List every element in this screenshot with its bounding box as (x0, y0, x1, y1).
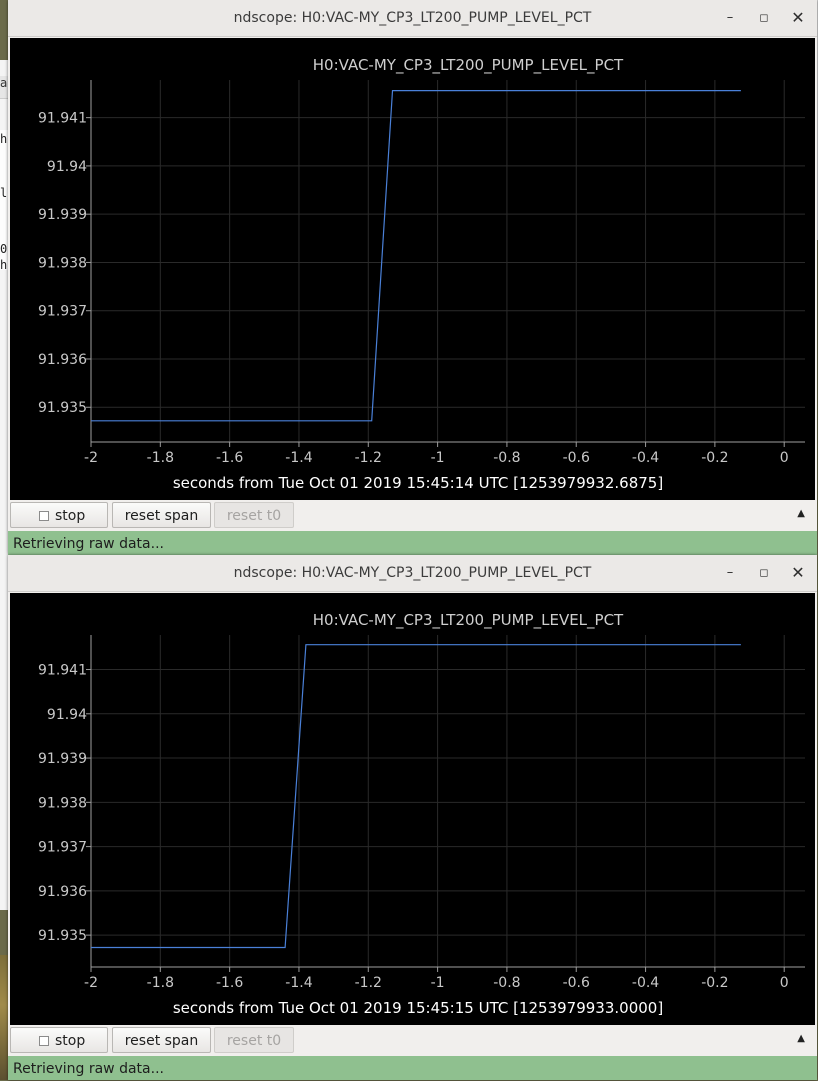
x-tick-label: -0.2 (701, 975, 728, 991)
x-tick-label: -2 (84, 450, 98, 466)
x-tick-label: -1.6 (216, 975, 243, 991)
toolbar: stop reset span reset t0 ▲ (8, 500, 817, 531)
line-chart[interactable]: H0:VAC-MY_CP3_LT200_PUMP_LEVEL_PCT -2 -1.8… (10, 38, 815, 500)
ndscope-window-2: ndscope: H0:VAC-MY_CP3_LT200_PUMP_LEVEL_… (8, 555, 817, 1080)
terminal-text: 0 (0, 242, 8, 256)
minimize-icon[interactable]: – (721, 564, 739, 582)
y-tick-label: 91.937 (38, 840, 87, 856)
y-tick-label: 91.939 (38, 207, 87, 223)
y-tick-label: 91.938 (38, 255, 87, 271)
y-tick-label: 91.941 (38, 111, 87, 127)
x-tick-label: -0.4 (632, 450, 659, 466)
terminal-text: h (0, 258, 8, 270)
plot-area[interactable]: H0:VAC-MY_CP3_LT200_PUMP_LEVEL_PCT -2 -1.8… (10, 593, 815, 1025)
x-tick-label: -2 (84, 975, 98, 991)
y-tick-label: 91.94 (47, 159, 87, 175)
line-chart[interactable]: H0:VAC-MY_CP3_LT200_PUMP_LEVEL_PCT -2 -1.8… (10, 593, 815, 1025)
x-tick-label: -0.2 (701, 450, 728, 466)
x-tick-label: -1.4 (285, 450, 312, 466)
toolbar: stop reset span reset t0 ▲ (8, 1025, 817, 1056)
terminal-text: l (0, 186, 8, 200)
y-tick-label: 91.941 (38, 663, 87, 679)
x-tick-label: -1.6 (216, 450, 243, 466)
series-line (91, 89, 741, 422)
x-axis-label: seconds from Tue Oct 01 2019 15:45:15 UT… (173, 999, 663, 1017)
x-tick-label: 0 (780, 450, 789, 466)
stop-label: stop (55, 1033, 86, 1049)
x-tick-label: -0.6 (563, 975, 590, 991)
titlebar[interactable]: ndscope: H0:VAC-MY_CP3_LT200_PUMP_LEVEL_… (8, 0, 817, 37)
x-tick-label: -1 (431, 450, 445, 466)
stop-button[interactable]: stop (10, 502, 108, 528)
x-tick-label: -1.8 (147, 975, 174, 991)
x-tick-label: 0 (780, 975, 789, 991)
collapse-arrow-icon[interactable]: ▲ (797, 508, 805, 519)
stop-checkbox[interactable] (39, 511, 49, 521)
collapse-arrow-icon[interactable]: ▲ (797, 1033, 805, 1044)
reset-t0-button[interactable]: reset t0 (214, 502, 294, 528)
terminal-text: h (0, 132, 8, 146)
x-tick-label: -0.6 (563, 450, 590, 466)
y-tick-label: 91.936 (38, 884, 87, 900)
maximize-icon[interactable]: ◻ (755, 9, 773, 27)
y-tick-label: 91.936 (38, 352, 87, 368)
chart-title: H0:VAC-MY_CP3_LT200_PUMP_LEVEL_PCT (313, 611, 624, 630)
x-tick-label: -1 (431, 975, 445, 991)
status-text: Retrieving raw data... (13, 536, 164, 552)
y-tick-label: 91.935 (38, 400, 87, 416)
x-axis-label: seconds from Tue Oct 01 2019 15:45:14 UT… (173, 474, 663, 492)
series-line (91, 644, 741, 949)
y-tick-label: 91.938 (38, 795, 87, 811)
window-title: ndscope: H0:VAC-MY_CP3_LT200_PUMP_LEVEL_… (233, 565, 592, 581)
close-icon[interactable]: ✕ (789, 564, 807, 582)
x-tick-label: -1.8 (147, 450, 174, 466)
reset-t0-button[interactable]: reset t0 (214, 1027, 294, 1053)
y-tick-label: 91.939 (38, 751, 87, 767)
x-tick-label: -0.8 (493, 450, 520, 466)
y-tick-label: 91.935 (38, 928, 87, 944)
stop-label: stop (55, 508, 86, 524)
ndscope-window-1: ndscope: H0:VAC-MY_CP3_LT200_PUMP_LEVEL_… (8, 0, 817, 555)
desktop-wallpaper (0, 955, 8, 1080)
status-bar: Retrieving raw data... (8, 1056, 817, 1080)
y-tick-label: 91.94 (47, 707, 87, 723)
chart-title: H0:VAC-MY_CP3_LT200_PUMP_LEVEL_PCT (313, 56, 624, 75)
x-tick-label: -1.2 (355, 975, 382, 991)
maximize-icon[interactable]: ◻ (755, 564, 773, 582)
titlebar[interactable]: ndscope: H0:VAC-MY_CP3_LT200_PUMP_LEVEL_… (8, 555, 817, 592)
minimize-icon[interactable]: – (721, 9, 739, 27)
x-tick-label: -0.4 (632, 975, 659, 991)
x-tick-label: -1.4 (285, 975, 312, 991)
window-title: ndscope: H0:VAC-MY_CP3_LT200_PUMP_LEVEL_… (233, 10, 592, 26)
status-bar: Retrieving raw data... (8, 531, 817, 555)
status-text: Retrieving raw data... (13, 1061, 164, 1077)
x-tick-label: -1.2 (355, 450, 382, 466)
stop-button[interactable]: stop (10, 1027, 108, 1053)
close-icon[interactable]: ✕ (789, 9, 807, 27)
plot-area[interactable]: H0:VAC-MY_CP3_LT200_PUMP_LEVEL_PCT -2 -1.8… (10, 38, 815, 500)
x-tick-label: -0.8 (493, 975, 520, 991)
y-tick-label: 91.937 (38, 304, 87, 320)
reset-span-button[interactable]: reset span (112, 502, 211, 528)
reset-span-button[interactable]: reset span (112, 1027, 211, 1053)
stop-checkbox[interactable] (39, 1036, 49, 1046)
